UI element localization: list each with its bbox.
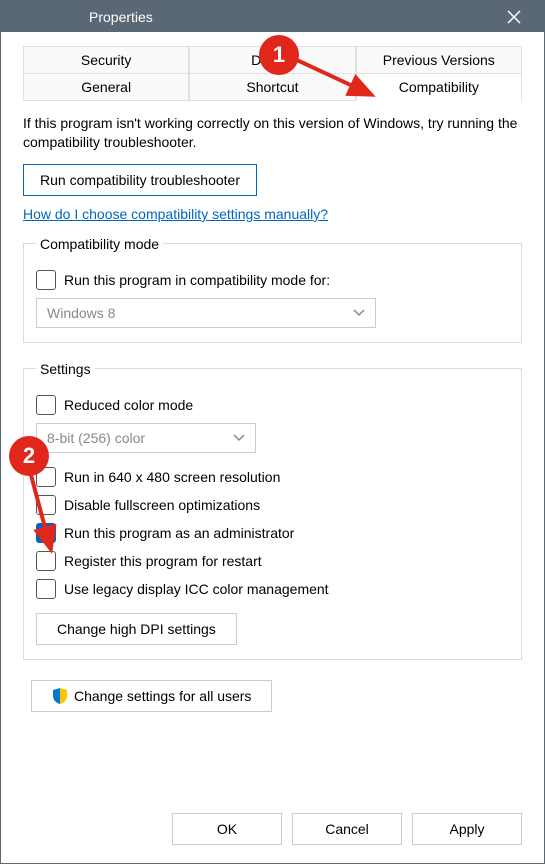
color-mode-select[interactable]: 8-bit (256) color — [36, 423, 256, 453]
cancel-button[interactable]: Cancel — [292, 813, 402, 845]
compat-mode-label: Run this program in compatibility mode f… — [64, 272, 330, 288]
annotation-arrow-2 — [23, 475, 63, 565]
dialog-buttons: OK Cancel Apply — [172, 813, 522, 845]
settings-group: Settings Reduced color mode 8-bit (256) … — [23, 361, 522, 660]
annotation-badge-1: 1 — [259, 35, 299, 75]
close-icon — [507, 10, 521, 24]
settings-legend: Settings — [36, 361, 95, 377]
shield-icon — [52, 688, 68, 704]
chevron-down-icon — [233, 434, 245, 442]
compat-mode-checkbox[interactable] — [36, 270, 56, 290]
change-all-users-button[interactable]: Change settings for all users — [31, 680, 272, 712]
chevron-down-icon — [353, 309, 365, 317]
annotation-arrow-1 — [297, 55, 387, 105]
run-as-admin-label: Run this program as an administrator — [64, 525, 294, 541]
tab-security[interactable]: Security — [23, 46, 189, 74]
legacy-icc-checkbox[interactable] — [36, 579, 56, 599]
window-title: Properties — [89, 9, 153, 25]
compatibility-mode-legend: Compatibility mode — [36, 236, 163, 252]
annotation-badge-2: 2 — [9, 436, 49, 476]
help-link[interactable]: How do I choose compatibility settings m… — [23, 206, 522, 222]
close-button[interactable] — [492, 1, 536, 32]
compat-mode-selected: Windows 8 — [47, 305, 115, 321]
disable-fullscreen-label: Disable fullscreen optimizations — [64, 497, 260, 513]
legacy-icc-label: Use legacy display ICC color management — [64, 581, 329, 597]
compatibility-mode-group: Compatibility mode Run this program in c… — [23, 236, 522, 343]
run-troubleshooter-button[interactable]: Run compatibility troubleshooter — [23, 164, 257, 196]
compat-mode-select[interactable]: Windows 8 — [36, 298, 376, 328]
apply-button[interactable]: Apply — [412, 813, 522, 845]
color-mode-selected: 8-bit (256) color — [47, 430, 145, 446]
dialog-content: Security Details Previous Versions Gener… — [1, 32, 544, 730]
reduced-color-label: Reduced color mode — [64, 397, 193, 413]
titlebar: Properties — [1, 1, 544, 32]
low-res-label: Run in 640 x 480 screen resolution — [64, 469, 280, 485]
change-all-users-label: Change settings for all users — [74, 688, 251, 704]
reduced-color-checkbox[interactable] — [36, 395, 56, 415]
high-dpi-button[interactable]: Change high DPI settings — [36, 613, 237, 645]
intro-text: If this program isn't working correctly … — [23, 114, 522, 152]
tab-general[interactable]: General — [23, 73, 189, 101]
register-restart-label: Register this program for restart — [64, 553, 262, 569]
ok-button[interactable]: OK — [172, 813, 282, 845]
